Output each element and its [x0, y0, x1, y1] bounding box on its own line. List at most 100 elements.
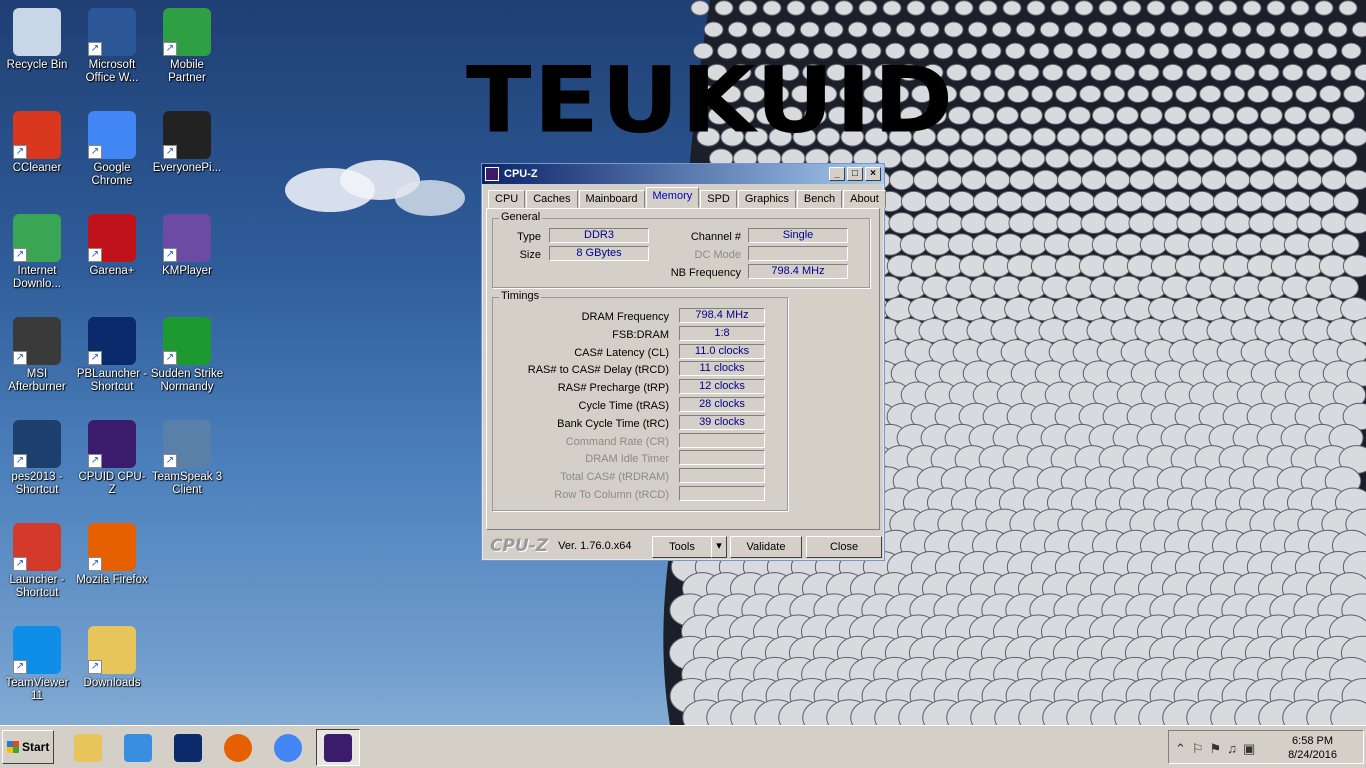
pes-icon: ↗ — [13, 420, 61, 468]
taskbar-item[interactable] — [216, 729, 260, 766]
tools-button[interactable]: Tools — [652, 536, 712, 558]
desktop-icon[interactable]: ↗ Sudden Strike Normandy — [150, 317, 224, 394]
tray-icons[interactable]: ⌃⚐⚑♫▣ — [1175, 741, 1261, 757]
timing-label: DRAM Idle Timer — [585, 453, 669, 466]
wallpaper-disc — [1320, 212, 1348, 234]
wallpaper-disc — [1234, 63, 1256, 82]
tab-mainboard[interactable]: Mainboard — [578, 190, 645, 208]
wallpaper-disc — [834, 0, 854, 16]
desktop-icon[interactable]: ↗ PBLauncher - Shortcut — [75, 317, 149, 394]
cpuz-titlebar[interactable]: CPU-Z _ □ × — [482, 164, 884, 184]
wallpaper-disc — [1343, 85, 1366, 103]
dcmode-value — [748, 246, 848, 261]
desktop-icon[interactable]: ↗ pes2013 - Shortcut — [0, 420, 74, 497]
wallpaper-disc — [1283, 233, 1312, 256]
desktop-icon[interactable]: ↗ TeamSpeak 3 Client — [150, 420, 224, 497]
clock[interactable]: 6:58 PM 8/24/2016 — [1288, 734, 1337, 762]
tab-cpu[interactable]: CPU — [488, 190, 526, 208]
wallpaper-disc — [1092, 190, 1120, 213]
wallpaper-disc — [1212, 148, 1238, 169]
desktop-icon[interactable]: ↗ TeamViewer 11 — [0, 626, 74, 703]
dcmode-label: DC Mode — [694, 249, 741, 261]
desktop-icon[interactable]: ↗ CCleaner — [0, 111, 74, 175]
wallpaper-disc — [1210, 63, 1232, 82]
shortcut-arrow-icon: ↗ — [88, 145, 102, 159]
close-button[interactable]: Close — [806, 536, 882, 558]
msi-afterburner-icon: ↗ — [13, 317, 61, 365]
desktop-icon[interactable]: ↗ Downloads — [75, 626, 149, 690]
wallpaper-disc — [1074, 0, 1094, 16]
tab-spd[interactable]: SPD — [700, 190, 737, 208]
idm-icon: ↗ — [13, 214, 61, 262]
desktop-icon[interactable]: ↗ Internet Downlo... — [0, 214, 74, 291]
shortcut-arrow-icon: ↗ — [13, 351, 27, 365]
wallpaper-disc — [1320, 127, 1345, 147]
taskbar-item[interactable] — [316, 729, 360, 766]
wallpaper-disc — [910, 254, 940, 278]
wallpaper-disc — [1164, 148, 1190, 169]
clock-date: 8/24/2016 — [1288, 749, 1337, 761]
wallpaper-disc — [970, 63, 992, 82]
desktop-icon[interactable]: ↗ Google Chrome — [75, 111, 149, 188]
desktop-icon[interactable]: ↗ CPUID CPU-Z — [75, 420, 149, 497]
tab-memory[interactable]: Memory — [645, 187, 700, 208]
desktop-icon[interactable]: ↗ KMPlayer — [150, 214, 224, 278]
tab-caches[interactable]: Caches — [526, 190, 578, 208]
desktop-icon[interactable]: ↗ EveryonePi... — [150, 111, 224, 175]
taskbar-item[interactable] — [116, 729, 160, 766]
tab-about[interactable]: About — [843, 190, 886, 208]
wallpaper-disc — [1104, 127, 1129, 147]
desktop-icon-label: MSI Afterburner — [8, 368, 66, 393]
wallpaper-disc — [1116, 148, 1142, 169]
wallpaper-disc — [1007, 85, 1030, 103]
tools-dropdown-arrow-icon[interactable]: ▾ — [711, 536, 727, 558]
wallpaper-disc — [1247, 85, 1270, 103]
wallpaper-disc — [847, 21, 868, 38]
wallpaper-disc — [1140, 190, 1168, 213]
desktop-icon[interactable]: ↗ Garena+ — [75, 214, 149, 278]
wallpaper-disc — [1050, 0, 1070, 16]
wallpaper-disc — [984, 127, 1009, 147]
wallpaper-disc — [1282, 63, 1304, 82]
taskbar-item[interactable] — [266, 729, 310, 766]
wallpaper-disc — [1199, 85, 1222, 103]
wallpaper-disc — [1260, 148, 1286, 169]
maximize-button[interactable]: □ — [847, 167, 863, 181]
validate-button[interactable]: Validate — [730, 536, 802, 558]
cpuz-window[interactable]: CPU-Z _ □ × CPU Caches Mainboard Memory … — [481, 163, 886, 561]
wallpaper-disc — [967, 21, 988, 38]
wallpaper-disc — [1139, 106, 1163, 125]
shortcut-arrow-icon: ↗ — [163, 248, 177, 262]
wallpaper-disc — [1271, 85, 1294, 103]
desktop-icon[interactable]: ↗ Mozila Firefox — [75, 523, 149, 587]
start-button[interactable]: Start — [2, 730, 54, 764]
tab-graphics[interactable]: Graphics — [737, 190, 796, 208]
close-window-button[interactable]: × — [865, 167, 881, 181]
wallpaper-disc — [1318, 254, 1348, 278]
wallpaper-disc — [1055, 85, 1078, 103]
taskbar-item[interactable] — [166, 729, 210, 766]
desktop-icon[interactable]: ↗ Mobile Partner — [150, 8, 224, 85]
timing-label: RAS# to CAS# Delay (tRCD) — [527, 364, 669, 377]
shortcut-arrow-icon: ↗ — [163, 145, 177, 159]
desktop-icon[interactable]: ↗ Microsoft Office W... — [75, 8, 149, 85]
wallpaper-disc — [994, 63, 1016, 82]
wallpaper-disc — [1151, 85, 1174, 103]
timing-value — [679, 486, 765, 501]
shortcut-arrow-icon: ↗ — [88, 248, 102, 262]
desktop-icon[interactable]: ↗ Launcher - Shortcut — [0, 523, 74, 600]
wallpaper-overlay-text: TEUKUID — [466, 46, 956, 154]
desktop-icon[interactable]: ↗ MSI Afterburner — [0, 317, 74, 394]
taskbar-item[interactable] — [66, 729, 110, 766]
desktop-icon[interactable]: Recycle Bin — [0, 8, 74, 72]
tab-bench[interactable]: Bench — [796, 190, 843, 208]
recycle-bin-icon — [13, 8, 61, 56]
minimize-button[interactable]: _ — [829, 167, 845, 181]
wallpaper-disc — [1314, 0, 1334, 16]
wallpaper-disc — [1187, 106, 1211, 125]
timing-value: 1:8 — [679, 325, 765, 341]
wallpaper-disc — [1188, 148, 1214, 169]
wallpaper-disc — [858, 0, 878, 16]
wallpaper-disc — [738, 0, 758, 16]
wallpaper-disc — [1078, 254, 1108, 278]
